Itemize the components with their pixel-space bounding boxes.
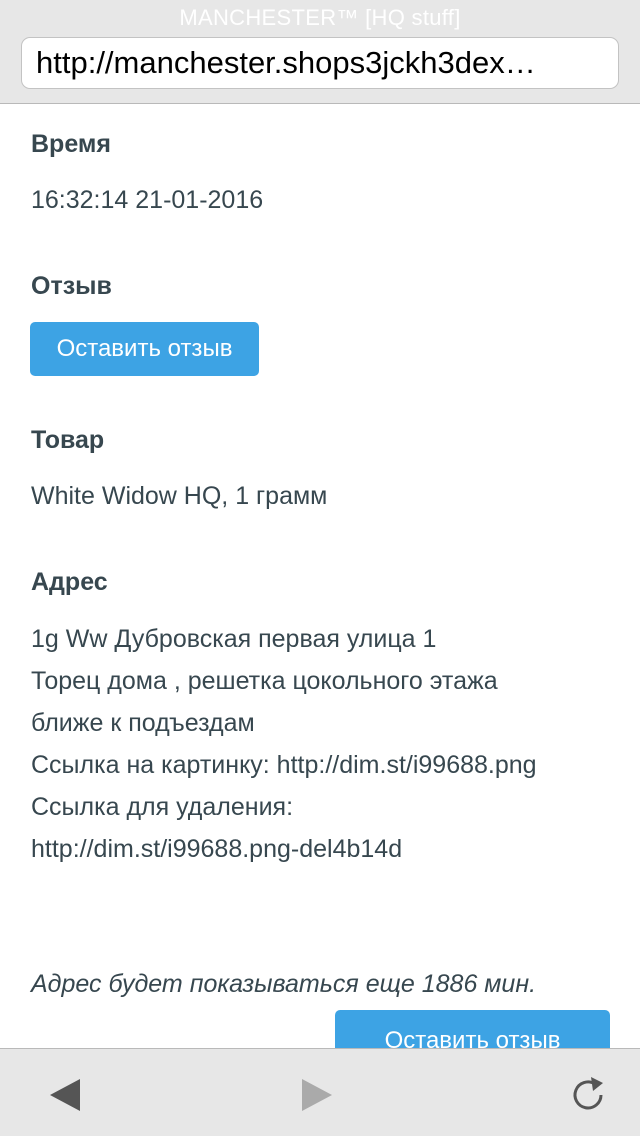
address-line: Ссылка для удаления:: [31, 793, 294, 821]
product-label: Товар: [31, 426, 105, 454]
browser-top-bar: MANCHESTER™ [HQ stuff] http://manchester…: [0, 0, 640, 104]
page-title: MANCHESTER™ [HQ stuff]: [179, 5, 461, 30]
back-arrow-icon[interactable]: [46, 1075, 86, 1115]
address-line: Торец дома , решетка цокольного этажа: [31, 667, 498, 695]
address-line: Ссылка на картинку: http://dim.st/i99688…: [31, 751, 537, 779]
product-value: White Widow HQ, 1 грамм: [31, 482, 328, 510]
address-expiry-note: Адрес будет показываться еще 1886 мин.: [31, 970, 537, 998]
address-line: ближе к подъездам: [31, 709, 255, 737]
leave-review-button-bottom[interactable]: Оставить отзыв: [335, 1010, 610, 1048]
url-bar[interactable]: http://manchester.shops3jckh3dex…: [21, 37, 619, 89]
time-value: 16:32:14 21-01-2016: [31, 186, 264, 214]
order-details: Время 16:32:14 21-01-2016 Отзыв Оставить…: [0, 104, 640, 1048]
reload-icon[interactable]: [569, 1075, 609, 1115]
review-label: Отзыв: [31, 272, 112, 300]
browser-toolbar: [0, 1048, 640, 1136]
forward-arrow-icon[interactable]: [296, 1075, 336, 1115]
leave-review-button[interactable]: Оставить отзыв: [30, 322, 259, 376]
address-label: Адрес: [31, 568, 108, 596]
address-line: http://dim.st/i99688.png-del4b14d: [31, 835, 403, 863]
time-label: Время: [31, 130, 111, 158]
address-text: 1g Ww Дубровская первая улица 1 Торец до…: [31, 618, 537, 870]
address-line: 1g Ww Дубровская первая улица 1: [31, 625, 437, 653]
